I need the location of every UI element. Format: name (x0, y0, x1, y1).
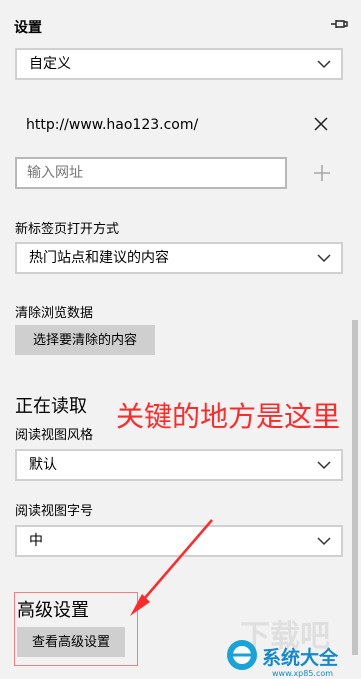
url-input-field[interactable] (15, 157, 287, 189)
annotation-arrow-icon (130, 519, 213, 616)
reading-style-value: 默认 (29, 457, 57, 473)
reading-heading: 正在读取 (15, 396, 87, 417)
url-input[interactable] (17, 159, 285, 187)
homepage-select[interactable]: 自定义 (15, 48, 343, 80)
close-icon[interactable] (313, 116, 329, 132)
watermark-logo: 下载吧 系统大全 www.xp85.com (227, 619, 339, 678)
new-tab-select-value: 热门站点和建议的内容 (29, 250, 169, 266)
chevron-down-icon (317, 254, 331, 263)
custom-url: http://www.hao123.com/ (26, 117, 199, 133)
clear-data-label: 清除浏览数据 (15, 306, 94, 321)
reading-font-value: 中 (29, 533, 43, 549)
homepage-select-value: 自定义 (29, 56, 71, 72)
svg-text:www.xp85.com: www.xp85.com (272, 669, 333, 678)
chevron-down-icon (317, 461, 331, 470)
annotation-text: 关键的地方是这里 (116, 400, 341, 433)
scrollbar-thumb[interactable] (352, 320, 358, 655)
reading-font-label: 阅读视图字号 (15, 504, 94, 519)
add-icon[interactable] (312, 163, 332, 183)
reading-style-label: 阅读视图风格 (15, 428, 94, 443)
new-tab-select[interactable]: 热门站点和建议的内容 (15, 242, 343, 274)
chevron-down-icon (317, 60, 331, 69)
reading-style-select[interactable]: 默认 (15, 449, 343, 481)
svg-text:系统大全: 系统大全 (262, 646, 339, 669)
choose-clear-button[interactable]: 选择要清除的内容 (15, 325, 155, 355)
pin-icon[interactable] (330, 16, 348, 32)
new-tab-label: 新标签页打开方式 (15, 222, 120, 237)
chevron-down-icon (317, 537, 331, 546)
settings-title: 设置 (14, 20, 42, 36)
